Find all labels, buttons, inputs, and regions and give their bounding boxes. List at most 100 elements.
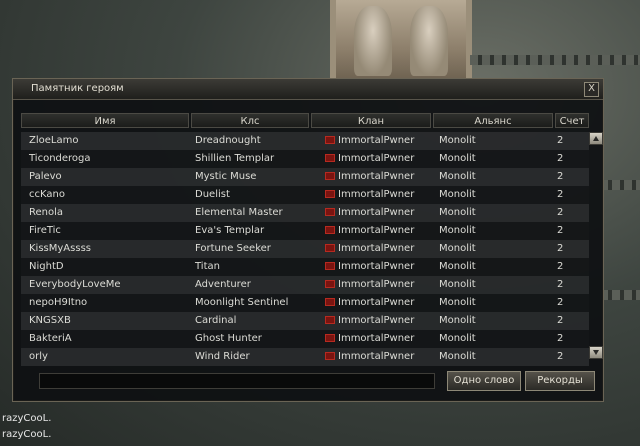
cell-alliance: Monolit	[439, 171, 476, 182]
clan-name: ImmortalPwner	[338, 261, 415, 272]
cell-alliance: Monolit	[439, 207, 476, 218]
cell-name: Ticonderoga	[29, 153, 91, 164]
cell-alliance: Monolit	[439, 243, 476, 254]
clan-emblem-icon	[325, 136, 335, 144]
column-header-name[interactable]: Имя	[21, 113, 189, 128]
table-row[interactable]: KissMyAssss Fortune Seeker ImmortalPwner Mo…	[21, 240, 589, 258]
cell-class: Wind Rider	[195, 351, 250, 362]
column-header-clan[interactable]: Клан	[311, 113, 431, 128]
cell-class: Fortune Seeker	[195, 243, 271, 254]
cell-name: EverybodyLoveMe	[29, 279, 121, 290]
cell-name: FireTic	[29, 225, 61, 236]
cell-score: 2	[557, 243, 564, 254]
cell-alliance: Monolit	[439, 297, 476, 308]
window-titlebar[interactable]: Памятник героям X	[13, 79, 603, 100]
background-chain	[470, 55, 640, 65]
chat-line: razyCooL.	[2, 429, 52, 440]
clan-emblem-icon	[325, 208, 335, 216]
table-row[interactable]: FireTic Eva's Templar ImmortalPwner Monolit…	[21, 222, 589, 240]
clan-name: ImmortalPwner	[338, 171, 415, 182]
clan-emblem-icon	[325, 334, 335, 342]
table-row[interactable]: nepoH9Itno Moonlight Sentinel ImmortalPwne…	[21, 294, 589, 312]
table-row[interactable]: ZloeLamo Dreadnought ImmortalPwner Monolit 2	[21, 132, 589, 150]
cell-name: Renola	[29, 207, 64, 218]
table-row[interactable]: Ticonderoga Shillien Templar ImmortalPwner…	[21, 150, 589, 168]
cell-alliance: Monolit	[439, 315, 476, 326]
cell-clan: ImmortalPwner	[325, 276, 414, 294]
cell-score: 2	[557, 297, 564, 308]
clan-emblem-icon	[325, 298, 335, 306]
cell-class: Ghost Hunter	[195, 333, 262, 344]
clan-name: ImmortalPwner	[338, 135, 415, 146]
table-row[interactable]: Palevo Mystic Muse ImmortalPwner Monolit 2	[21, 168, 589, 186]
cell-class: Dreadnought	[195, 135, 261, 146]
cell-alliance: Monolit	[439, 135, 476, 146]
cell-clan: ImmortalPwner	[325, 240, 414, 258]
cell-score: 2	[557, 333, 564, 344]
table-row[interactable]: EverybodyLoveMe Adventurer ImmortalPwner Mo…	[21, 276, 589, 294]
cell-name: KissMyAssss	[29, 243, 91, 254]
window-title: Памятник героям	[31, 83, 124, 94]
one-word-button[interactable]: Одно слово	[447, 371, 521, 391]
records-button[interactable]: Рекорды	[525, 371, 595, 391]
cell-clan: ImmortalPwner	[325, 150, 414, 168]
cell-score: 2	[557, 171, 564, 182]
clan-emblem-icon	[325, 190, 335, 198]
table-row[interactable]: KNGSXB Cardinal ImmortalPwner Monolit 2	[21, 312, 589, 330]
cell-class: Moonlight Sentinel	[195, 297, 289, 308]
scroll-up-button[interactable]	[589, 132, 603, 145]
clan-name: ImmortalPwner	[338, 279, 415, 290]
cell-score: 2	[557, 351, 564, 362]
cell-name: nepoH9Itno	[29, 297, 88, 308]
cell-alliance: Monolit	[439, 333, 476, 344]
cell-class: Titan	[195, 261, 220, 272]
search-input[interactable]	[39, 373, 435, 389]
clan-emblem-icon	[325, 226, 335, 234]
cell-score: 2	[557, 189, 564, 200]
clan-name: ImmortalPwner	[338, 297, 415, 308]
cell-clan: ImmortalPwner	[325, 348, 414, 366]
column-header-class[interactable]: Клс	[191, 113, 309, 128]
cell-class: Mystic Muse	[195, 171, 257, 182]
cell-name: ZloeLamo	[29, 135, 79, 146]
clan-name: ImmortalPwner	[338, 225, 415, 236]
table-row[interactable]: ccKano Duelist ImmortalPwner Monolit 2	[21, 186, 589, 204]
table-row[interactable]: BakteriA Ghost Hunter ImmortalPwner Monolit…	[21, 330, 589, 348]
clan-emblem-icon	[325, 172, 335, 180]
cell-alliance: Monolit	[439, 225, 476, 236]
cell-clan: ImmortalPwner	[325, 258, 414, 276]
cell-clan: ImmortalPwner	[325, 186, 414, 204]
clan-emblem-icon	[325, 316, 335, 324]
cell-name: NightD	[29, 261, 64, 272]
cell-clan: ImmortalPwner	[325, 330, 414, 348]
clan-emblem-icon	[325, 244, 335, 252]
hero-monument-statue	[330, 0, 472, 82]
cell-clan: ImmortalPwner	[325, 222, 414, 240]
cell-score: 2	[557, 153, 564, 164]
cell-score: 2	[557, 279, 564, 290]
statue-bust-left	[354, 6, 392, 76]
column-header-alliance[interactable]: Альянс	[433, 113, 553, 128]
cell-name: Palevo	[29, 171, 62, 182]
cell-score: 2	[557, 207, 564, 218]
clan-emblem-icon	[325, 154, 335, 162]
clan-emblem-icon	[325, 280, 335, 288]
close-button[interactable]: X	[584, 82, 599, 97]
table-row[interactable]: Renola Elemental Master ImmortalPwner Monol…	[21, 204, 589, 222]
chat-line: razyCooL.	[2, 413, 52, 424]
clan-name: ImmortalPwner	[338, 333, 415, 344]
clan-name: ImmortalPwner	[338, 351, 415, 362]
table-row[interactable]: NightD Titan ImmortalPwner Monolit 2	[21, 258, 589, 276]
cell-name: orly	[29, 351, 48, 362]
background-chain	[600, 290, 640, 300]
table-row[interactable]: orly Wind Rider ImmortalPwner Monolit 2	[21, 348, 589, 366]
column-header-score[interactable]: Счет	[555, 113, 589, 128]
clan-name: ImmortalPwner	[338, 153, 415, 164]
cell-class: Elemental Master	[195, 207, 283, 218]
clan-name: ImmortalPwner	[338, 189, 415, 200]
scroll-down-button[interactable]	[589, 346, 603, 359]
hero-monument-window: Памятник героям X Имя Клс Клан Альянс Сч…	[12, 78, 604, 402]
table-header: Имя Клс Клан Альянс Счет	[21, 113, 589, 129]
clan-name: ImmortalPwner	[338, 243, 415, 254]
cell-clan: ImmortalPwner	[325, 294, 414, 312]
